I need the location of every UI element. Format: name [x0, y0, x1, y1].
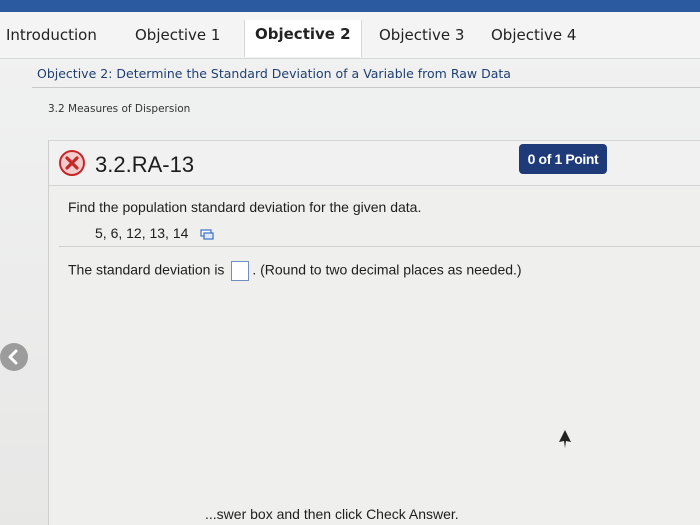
back-arrow-button[interactable]	[0, 343, 28, 371]
top-banner	[0, 0, 700, 12]
section-label: 3.2 Measures of Dispersion	[48, 103, 191, 115]
question-prompt: Find the population standard deviation f…	[68, 199, 422, 215]
objective-tab-bar: Introduction Objective 1 Objective 2 Obj…	[0, 12, 700, 59]
data-set: 5, 6, 12, 13, 14	[95, 225, 214, 241]
tab-objective-4[interactable]: Objective 4	[491, 26, 576, 44]
question-header: 3.2.RA-13 0 of 1 Point	[49, 141, 700, 186]
copy-data-icon[interactable]	[200, 229, 214, 240]
incorrect-x-icon	[59, 150, 85, 176]
prompt-divider	[59, 246, 700, 247]
tab-objective-1[interactable]: Objective 1	[135, 26, 220, 44]
chevron-left-icon	[8, 349, 18, 365]
mouse-cursor-icon	[559, 430, 571, 448]
answer-line: The standard deviation is . (Round to tw…	[68, 261, 522, 281]
bottom-instruction: ...swer box and then click Check Answer.	[205, 506, 459, 522]
data-values: 5, 6, 12, 13, 14	[95, 225, 189, 241]
tab-objective-2[interactable]: Objective 2	[244, 20, 362, 57]
points-badge: 0 of 1 Point	[519, 144, 607, 174]
answer-prefix: The standard deviation is	[68, 261, 225, 278]
objective-title: Objective 2: Determine the Standard Devi…	[37, 66, 511, 81]
tab-introduction[interactable]: Introduction	[6, 26, 97, 44]
objective-divider	[32, 87, 700, 88]
standard-deviation-input[interactable]	[231, 261, 250, 281]
question-card: 3.2.RA-13 0 of 1 Point Find the populati…	[48, 140, 700, 525]
answer-suffix: . (Round to two decimal places as needed…	[252, 261, 522, 278]
tab-objective-3[interactable]: Objective 3	[379, 26, 464, 44]
question-id: 3.2.RA-13	[95, 152, 195, 177]
